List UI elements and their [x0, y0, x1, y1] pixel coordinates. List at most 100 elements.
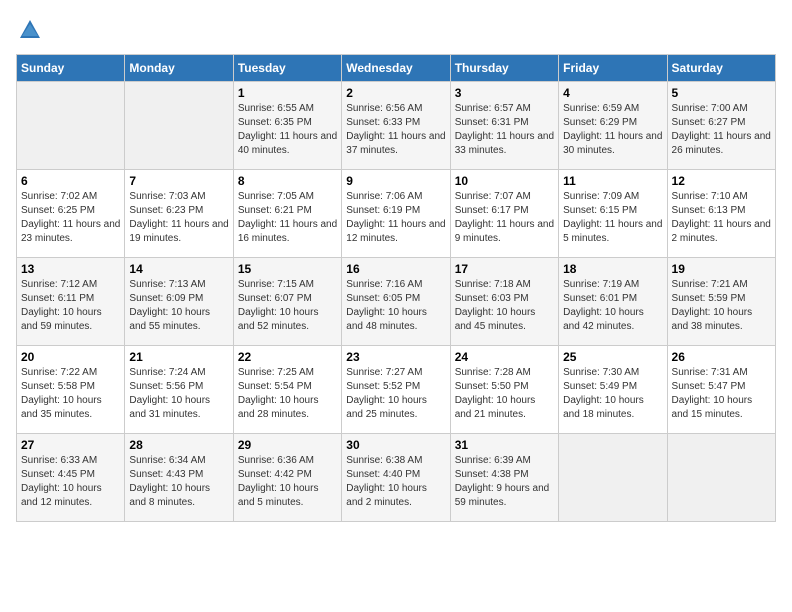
calendar-day-cell: 6 Sunrise: 7:02 AMSunset: 6:25 PMDaylight…	[17, 170, 125, 258]
calendar-day-cell	[125, 82, 233, 170]
weekday-header: Wednesday	[342, 55, 450, 82]
calendar-day-cell: 15 Sunrise: 7:15 AMSunset: 6:07 PMDayligh…	[233, 258, 341, 346]
calendar-week-row: 1Sunrise: 6:55 AMSunset: 6:35 PMDaylight…	[17, 82, 776, 170]
calendar-day-cell	[17, 82, 125, 170]
day-number: 9	[346, 174, 445, 188]
day-number: 12	[672, 174, 771, 188]
calendar-day-cell: 3 Sunrise: 6:57 AMSunset: 6:31 PMDaylight…	[450, 82, 558, 170]
calendar-day-cell: 12 Sunrise: 7:10 AMSunset: 6:13 PMDayligh…	[667, 170, 775, 258]
weekday-header: Saturday	[667, 55, 775, 82]
day-number: 22	[238, 350, 337, 364]
calendar-day-cell: 28 Sunrise: 6:34 AMSunset: 4:43 PMDayligh…	[125, 434, 233, 522]
calendar-day-cell: 10 Sunrise: 7:07 AMSunset: 6:17 PMDayligh…	[450, 170, 558, 258]
calendar-day-cell: 11 Sunrise: 7:09 AMSunset: 6:15 PMDayligh…	[559, 170, 667, 258]
day-info: Sunrise: 7:03 AMSunset: 6:23 PMDaylight:…	[129, 190, 228, 246]
calendar-day-cell: 16 Sunrise: 7:16 AMSunset: 6:05 PMDayligh…	[342, 258, 450, 346]
day-number: 5	[672, 86, 771, 100]
day-info: Sunrise: 7:19 AMSunset: 6:01 PMDaylight:…	[563, 278, 662, 334]
calendar-day-cell: 21 Sunrise: 7:24 AMSunset: 5:56 PMDayligh…	[125, 346, 233, 434]
calendar-day-cell: 29 Sunrise: 6:36 AMSunset: 4:42 PMDayligh…	[233, 434, 341, 522]
calendar-week-row: 6 Sunrise: 7:02 AMSunset: 6:25 PMDaylight…	[17, 170, 776, 258]
day-number: 27	[21, 438, 120, 452]
weekday-header-row: SundayMondayTuesdayWednesdayThursdayFrid…	[17, 55, 776, 82]
calendar-day-cell: 8 Sunrise: 7:05 AMSunset: 6:21 PMDaylight…	[233, 170, 341, 258]
day-number: 30	[346, 438, 445, 452]
calendar-day-cell: 7 Sunrise: 7:03 AMSunset: 6:23 PMDaylight…	[125, 170, 233, 258]
calendar-day-cell	[667, 434, 775, 522]
calendar-day-cell: 9Sunrise: 7:06 AMSunset: 6:19 PMDaylight…	[342, 170, 450, 258]
day-number: 17	[455, 262, 554, 276]
day-number: 14	[129, 262, 228, 276]
calendar-day-cell: 14 Sunrise: 7:13 AMSunset: 6:09 PMDayligh…	[125, 258, 233, 346]
calendar-day-cell: 5 Sunrise: 7:00 AMSunset: 6:27 PMDaylight…	[667, 82, 775, 170]
day-info: Sunrise: 7:05 AMSunset: 6:21 PMDaylight:…	[238, 190, 337, 246]
calendar-day-cell: 18 Sunrise: 7:19 AMSunset: 6:01 PMDayligh…	[559, 258, 667, 346]
day-info: Sunrise: 7:30 AMSunset: 5:49 PMDaylight:…	[563, 366, 662, 422]
page-header	[16, 16, 776, 44]
day-info: Sunrise: 6:38 AMSunset: 4:40 PMDaylight:…	[346, 454, 445, 510]
day-info: Sunrise: 7:09 AMSunset: 6:15 PMDaylight:…	[563, 190, 662, 246]
logo	[16, 16, 48, 44]
day-info: Sunrise: 7:16 AMSunset: 6:05 PMDaylight:…	[346, 278, 445, 334]
day-number: 1	[238, 86, 337, 100]
logo-icon	[16, 16, 44, 44]
calendar-table: SundayMondayTuesdayWednesdayThursdayFrid…	[16, 54, 776, 522]
day-number: 24	[455, 350, 554, 364]
calendar-day-cell: 13Sunrise: 7:12 AMSunset: 6:11 PMDayligh…	[17, 258, 125, 346]
calendar-day-cell: 2 Sunrise: 6:56 AMSunset: 6:33 PMDaylight…	[342, 82, 450, 170]
day-number: 13	[21, 262, 120, 276]
day-info: Sunrise: 6:36 AMSunset: 4:42 PMDaylight:…	[238, 454, 337, 510]
day-number: 15	[238, 262, 337, 276]
day-info: Sunrise: 7:28 AMSunset: 5:50 PMDaylight:…	[455, 366, 554, 422]
calendar-week-row: 20Sunrise: 7:22 AMSunset: 5:58 PMDayligh…	[17, 346, 776, 434]
calendar-day-cell: 24 Sunrise: 7:28 AMSunset: 5:50 PMDayligh…	[450, 346, 558, 434]
day-info: Sunrise: 7:00 AMSunset: 6:27 PMDaylight:…	[672, 102, 771, 158]
calendar-day-cell: 22Sunrise: 7:25 AMSunset: 5:54 PMDayligh…	[233, 346, 341, 434]
day-number: 3	[455, 86, 554, 100]
day-number: 25	[563, 350, 662, 364]
day-number: 23	[346, 350, 445, 364]
day-info: Sunrise: 6:34 AMSunset: 4:43 PMDaylight:…	[129, 454, 228, 510]
weekday-header: Monday	[125, 55, 233, 82]
calendar-day-cell: 4Sunrise: 6:59 AMSunset: 6:29 PMDaylight…	[559, 82, 667, 170]
day-number: 11	[563, 174, 662, 188]
day-info: Sunrise: 7:31 AMSunset: 5:47 PMDaylight:…	[672, 366, 771, 422]
day-number: 16	[346, 262, 445, 276]
calendar-day-cell: 1Sunrise: 6:55 AMSunset: 6:35 PMDaylight…	[233, 82, 341, 170]
day-info: Sunrise: 7:22 AMSunset: 5:58 PMDaylight:…	[21, 366, 120, 422]
day-info: Sunrise: 7:24 AMSunset: 5:56 PMDaylight:…	[129, 366, 228, 422]
day-number: 21	[129, 350, 228, 364]
day-number: 28	[129, 438, 228, 452]
day-info: Sunrise: 7:07 AMSunset: 6:17 PMDaylight:…	[455, 190, 554, 246]
day-number: 2	[346, 86, 445, 100]
calendar-day-cell: 31Sunrise: 6:39 AMSunset: 4:38 PMDayligh…	[450, 434, 558, 522]
weekday-header: Tuesday	[233, 55, 341, 82]
day-info: Sunrise: 6:57 AMSunset: 6:31 PMDaylight:…	[455, 102, 554, 158]
calendar-day-cell: 25 Sunrise: 7:30 AMSunset: 5:49 PMDayligh…	[559, 346, 667, 434]
day-number: 10	[455, 174, 554, 188]
day-info: Sunrise: 6:56 AMSunset: 6:33 PMDaylight:…	[346, 102, 445, 158]
day-number: 26	[672, 350, 771, 364]
day-info: Sunrise: 7:10 AMSunset: 6:13 PMDaylight:…	[672, 190, 771, 246]
day-number: 6	[21, 174, 120, 188]
day-number: 19	[672, 262, 771, 276]
day-number: 18	[563, 262, 662, 276]
weekday-header: Thursday	[450, 55, 558, 82]
calendar-day-cell	[559, 434, 667, 522]
day-info: Sunrise: 7:21 AMSunset: 5:59 PMDaylight:…	[672, 278, 771, 334]
day-info: Sunrise: 7:02 AMSunset: 6:25 PMDaylight:…	[21, 190, 120, 246]
calendar-week-row: 13Sunrise: 7:12 AMSunset: 6:11 PMDayligh…	[17, 258, 776, 346]
calendar-day-cell: 19 Sunrise: 7:21 AMSunset: 5:59 PMDayligh…	[667, 258, 775, 346]
day-info: Sunrise: 6:59 AMSunset: 6:29 PMDaylight:…	[563, 102, 662, 158]
day-number: 7	[129, 174, 228, 188]
day-info: Sunrise: 7:15 AMSunset: 6:07 PMDaylight:…	[238, 278, 337, 334]
calendar-day-cell: 30 Sunrise: 6:38 AMSunset: 4:40 PMDayligh…	[342, 434, 450, 522]
day-info: Sunrise: 6:39 AMSunset: 4:38 PMDaylight:…	[455, 454, 554, 510]
day-number: 29	[238, 438, 337, 452]
day-number: 8	[238, 174, 337, 188]
calendar-day-cell: 20Sunrise: 7:22 AMSunset: 5:58 PMDayligh…	[17, 346, 125, 434]
day-info: Sunrise: 7:18 AMSunset: 6:03 PMDaylight:…	[455, 278, 554, 334]
weekday-header: Sunday	[17, 55, 125, 82]
calendar-day-cell: 23Sunrise: 7:27 AMSunset: 5:52 PMDayligh…	[342, 346, 450, 434]
day-info: Sunrise: 7:13 AMSunset: 6:09 PMDaylight:…	[129, 278, 228, 334]
